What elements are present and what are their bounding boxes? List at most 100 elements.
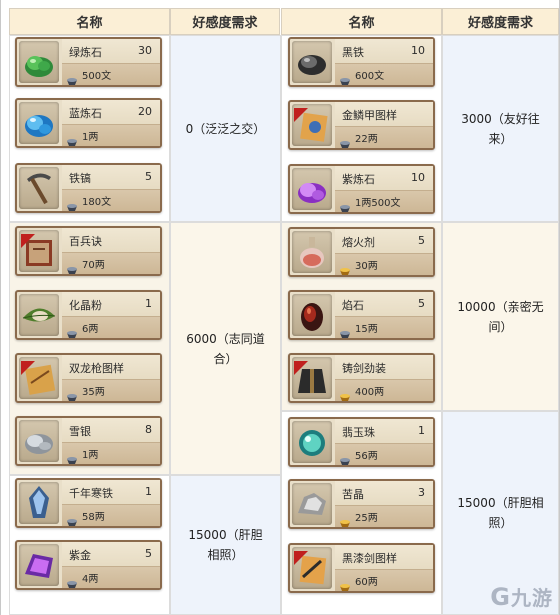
item-quantity: 1	[418, 424, 425, 437]
item-card[interactable]: 紫金 5 4两	[15, 540, 162, 590]
item-icon-frame	[292, 421, 332, 463]
item-name: 绿炼石	[69, 46, 102, 59]
item-icon-frame	[19, 230, 59, 272]
item-icon-frame	[19, 102, 59, 144]
silver-ingot-icon	[66, 71, 78, 85]
gold-ingot-icon	[339, 577, 351, 591]
item-quantity: 30	[138, 44, 152, 57]
item-name: 化晶粉	[69, 299, 102, 312]
flask-icon	[292, 237, 332, 273]
item-card[interactable]: 雪银 8 1两	[15, 416, 162, 466]
item-card[interactable]: 铸剑劲装 400两	[288, 353, 435, 403]
item-price: 1两500文	[355, 198, 401, 209]
item-card[interactable]: 蓝炼石 20 1两	[15, 98, 162, 148]
silver-ingot-icon	[339, 324, 351, 338]
jade-orb-icon	[292, 430, 332, 463]
gold-ingot-icon	[339, 261, 351, 275]
requirement-cell: 15000（肝胆相照）	[170, 475, 281, 615]
item-icon-frame	[19, 482, 59, 524]
requirement-cell: 10000（亲密无间）	[442, 222, 559, 411]
item-card[interactable]: 绿炼石 30 500文	[15, 37, 162, 87]
item-card[interactable]: 焰石 5 15两	[288, 290, 435, 340]
ice-iron-icon	[19, 486, 59, 524]
black-iron-icon	[292, 55, 332, 83]
item-name: 苦晶	[342, 488, 364, 501]
item-card[interactable]: 化晶粉 1 6两	[15, 290, 162, 340]
manual-book-icon	[19, 234, 59, 272]
item-price: 1两	[82, 450, 99, 461]
item-name: 紫炼石	[342, 173, 375, 186]
silver-ingot-icon	[66, 387, 78, 401]
item-name: 铁镐	[69, 172, 91, 185]
item-card[interactable]: 铁镐 5 180文	[15, 163, 162, 213]
item-card[interactable]: 金鳞甲图样 22两	[288, 100, 435, 150]
item-quantity: 1	[145, 297, 152, 310]
item-name: 翡玉珠	[342, 426, 375, 439]
header-requirement-right: 好感度需求	[442, 8, 559, 35]
item-quantity: 8	[145, 423, 152, 436]
item-quantity: 5	[418, 234, 425, 247]
item-card[interactable]: 千年寒铁 1 58两	[15, 478, 162, 528]
item-price: 60两	[355, 577, 378, 588]
item-card[interactable]: 百兵诀 70两	[15, 226, 162, 276]
item-name: 蓝炼石	[69, 107, 102, 120]
item-price: 58两	[82, 512, 105, 523]
item-name: 黑漆剑图样	[342, 552, 397, 565]
header-name-left: 名称	[9, 8, 170, 35]
item-icon-frame	[292, 294, 332, 336]
bitter-crystal-icon	[292, 493, 332, 525]
blueprint-scroll-icon	[19, 361, 59, 399]
item-card[interactable]: 紫炼石 10 1两500文	[288, 164, 435, 214]
item-price: 400两	[355, 387, 385, 398]
item-name: 熔火剂	[342, 236, 375, 249]
item-price: 70两	[82, 260, 105, 271]
item-price: 35两	[82, 387, 105, 398]
silver-ore-icon	[19, 434, 59, 462]
sword-blueprint-icon	[292, 551, 332, 589]
item-price: 15两	[355, 324, 378, 335]
purple-gold-icon	[19, 554, 59, 586]
item-card[interactable]: 黑漆剑图样 60两	[288, 543, 435, 593]
item-icon-frame	[292, 357, 332, 399]
item-icon-frame	[292, 231, 332, 273]
item-card[interactable]: 熔火剂 5 30两	[288, 227, 435, 277]
item-price: 56两	[355, 451, 378, 462]
silver-ingot-icon	[66, 450, 78, 464]
item-card[interactable]: 苦晶 3 25两	[288, 479, 435, 529]
item-icon-frame	[292, 483, 332, 525]
gold-ingot-icon	[339, 387, 351, 401]
item-price: 22两	[355, 134, 378, 145]
silver-ingot-icon	[66, 324, 78, 338]
item-name: 铸剑劲装	[342, 362, 386, 375]
item-icon-frame	[19, 544, 59, 586]
item-quantity: 20	[138, 105, 152, 118]
item-quantity: 5	[418, 297, 425, 310]
item-quantity: 1	[145, 485, 152, 498]
requirement-cell: 6000（志同道合）	[170, 222, 281, 475]
silver-ingot-icon	[339, 198, 351, 212]
item-quantity: 10	[411, 171, 425, 184]
silver-ingot-icon	[339, 71, 351, 85]
item-card[interactable]: 双龙枪图样 35两	[15, 353, 162, 403]
item-icon-frame	[19, 420, 59, 462]
silver-ingot-icon	[66, 512, 78, 526]
item-card[interactable]: 翡玉珠 1 56两	[288, 417, 435, 467]
purple-stone-icon	[292, 183, 332, 210]
outfit-icon	[292, 361, 332, 399]
green-stone-icon	[19, 56, 59, 83]
silver-ingot-icon	[339, 134, 351, 148]
item-card[interactable]: 黑铁 10 600文	[288, 37, 435, 87]
requirement-cell: 3000（友好往来）	[442, 35, 559, 222]
silver-ingot-icon	[66, 260, 78, 274]
item-quantity: 5	[145, 547, 152, 560]
item-price: 1两	[82, 132, 99, 143]
gold-ingot-icon	[339, 513, 351, 527]
silver-ingot-icon	[66, 132, 78, 146]
item-price: 180文	[82, 197, 112, 208]
item-price: 4两	[82, 574, 99, 585]
item-icon-frame	[292, 104, 332, 146]
item-icon-frame	[19, 167, 59, 209]
item-name: 紫金	[69, 549, 91, 562]
item-table: 名称 好感度需求 名称 好感度需求 0（泛泛之交） 6000（志同道合） 150…	[0, 0, 560, 615]
armor-blueprint-icon	[292, 108, 332, 146]
